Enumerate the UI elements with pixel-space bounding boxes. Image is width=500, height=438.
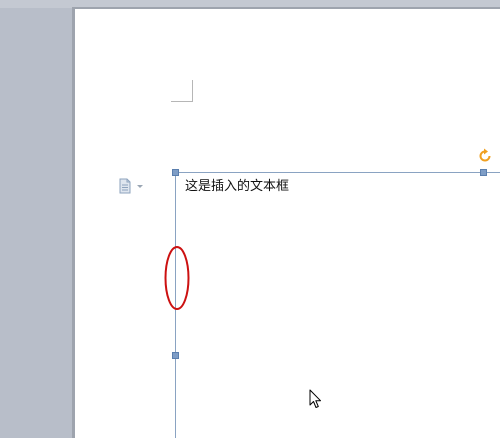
mouse-pointer-icon [309, 389, 323, 411]
resize-handle-top-left[interactable] [172, 169, 179, 176]
resize-handle-top-right[interactable] [480, 169, 487, 176]
textbox-content[interactable]: 这是插入的文本框 [185, 178, 289, 196]
rotate-icon[interactable] [477, 148, 493, 164]
chevron-down-icon [137, 185, 143, 188]
resize-handle-middle-left[interactable] [172, 352, 179, 359]
margin-corner-mark [171, 80, 193, 102]
document-icon[interactable] [118, 178, 146, 194]
annotation-ellipse [163, 245, 191, 311]
document-page[interactable] [75, 9, 500, 438]
textbox-border-top[interactable] [175, 172, 500, 173]
document-workspace: 这是插入的文本框 [0, 0, 500, 438]
